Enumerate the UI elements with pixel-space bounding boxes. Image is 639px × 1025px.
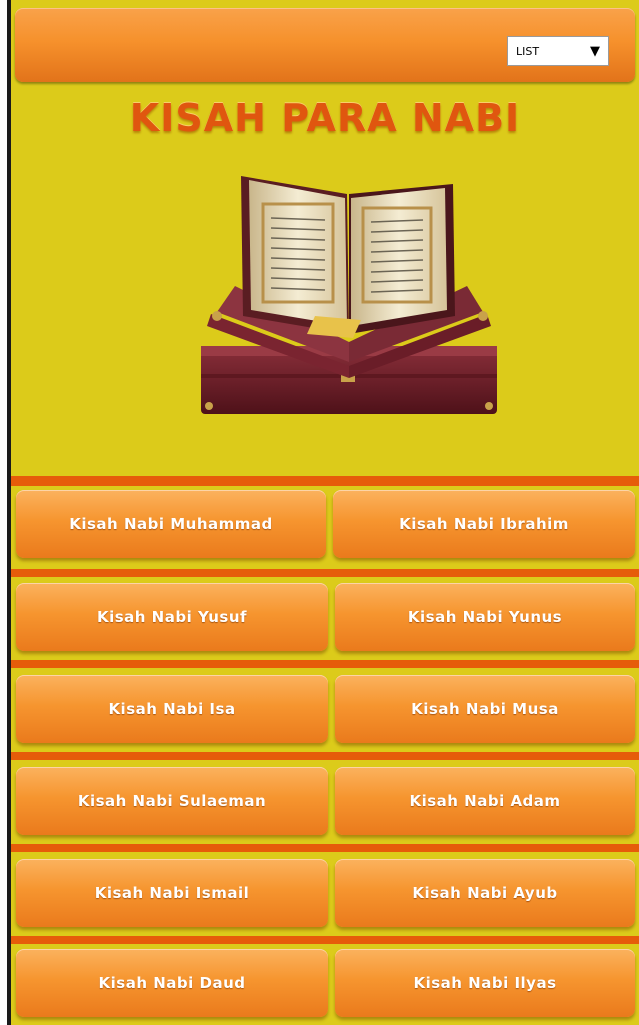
story-button-ismail[interactable]: Kisah Nabi Ismail	[16, 859, 328, 927]
story-button-isa[interactable]: Kisah Nabi Isa	[16, 675, 328, 743]
row-divider	[11, 752, 639, 760]
story-button-ibrahim[interactable]: Kisah Nabi Ibrahim	[333, 490, 635, 558]
story-button-daud[interactable]: Kisah Nabi Daud	[16, 949, 328, 1017]
header-bar: LIST ▼	[15, 8, 635, 82]
story-button-label: Kisah Nabi Isa	[108, 700, 236, 718]
row-divider	[11, 936, 639, 944]
chevron-down-icon: ▼	[590, 43, 600, 59]
row-divider	[11, 844, 639, 852]
story-button-yunus[interactable]: Kisah Nabi Yunus	[335, 583, 635, 651]
story-button-label: Kisah Nabi Daud	[98, 974, 246, 992]
story-button-label: Kisah Nabi Ilyas	[413, 974, 557, 992]
story-button-label: Kisah Nabi Adam	[409, 792, 561, 810]
list-dropdown-label: LIST	[516, 44, 540, 58]
story-button-sulaeman[interactable]: Kisah Nabi Sulaeman	[16, 767, 328, 835]
story-button-label: Kisah Nabi Ayub	[412, 884, 558, 902]
story-button-ayub[interactable]: Kisah Nabi Ayub	[335, 859, 635, 927]
story-button-label: Kisah Nabi Yunus	[407, 608, 563, 626]
app-stage: LIST ▼ KISAH PARA NABI Kisah Nabi Muhamm…	[11, 0, 639, 1025]
story-button-label: Kisah Nabi Musa	[411, 700, 559, 718]
story-button-muhammad[interactable]: Kisah Nabi Muhammad	[16, 490, 326, 558]
story-button-adam[interactable]: Kisah Nabi Adam	[335, 767, 635, 835]
header-divider	[11, 476, 639, 486]
row-divider	[11, 660, 639, 668]
app-frame: LIST ▼ KISAH PARA NABI Kisah Nabi Muhamm…	[0, 0, 639, 1025]
open-quran-book-icon	[201, 176, 497, 414]
row-divider	[11, 569, 639, 577]
story-button-ilyas[interactable]: Kisah Nabi Ilyas	[335, 949, 635, 1017]
story-button-label: Kisah Nabi Yusuf	[96, 608, 248, 626]
list-dropdown[interactable]: LIST ▼	[507, 36, 609, 66]
story-button-label: Kisah Nabi Sulaeman	[77, 792, 267, 810]
story-button-yusuf[interactable]: Kisah Nabi Yusuf	[16, 583, 328, 651]
story-button-label: Kisah Nabi Ismail	[94, 884, 250, 902]
story-button-musa[interactable]: Kisah Nabi Musa	[335, 675, 635, 743]
story-button-label: Kisah Nabi Ibrahim	[399, 515, 569, 533]
story-button-label: Kisah Nabi Muhammad	[69, 515, 273, 533]
prophet-story-grid: Kisah Nabi Muhammad Kisah Nabi Ibrahim K…	[11, 486, 639, 1025]
page-title: KISAH PARA NABI	[129, 96, 521, 140]
